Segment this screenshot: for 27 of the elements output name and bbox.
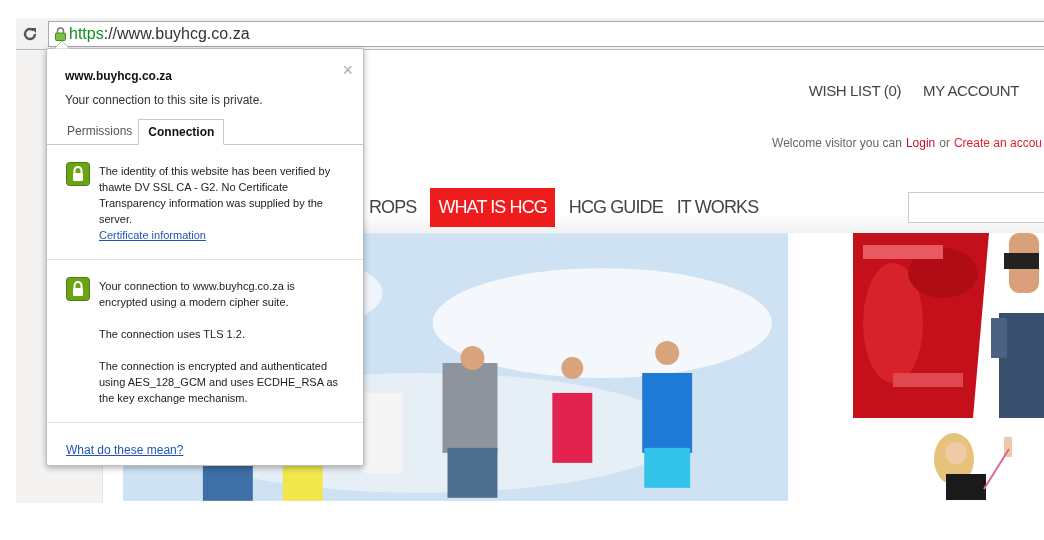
lock-icon — [66, 277, 90, 301]
welcome-text: Welcome visitor you can — [772, 134, 902, 152]
menu-item[interactable]: HCG GUIDE — [568, 187, 663, 227]
login-link[interactable]: Login — [905, 133, 936, 152]
certificate-link[interactable]: Certificate information — [99, 227, 206, 243]
menu-item[interactable]: ROPS — [369, 187, 417, 227]
connection-status: Your connection to this site is private. — [65, 92, 264, 109]
help-link[interactable]: What do these mean? — [66, 443, 184, 457]
create-account-link[interactable]: Create an accou — [953, 133, 1042, 152]
header-link[interactable]: WISH LIST (0) — [808, 80, 901, 103]
welcome-text: or — [939, 134, 950, 152]
site-name: www.buyhcg.co.za — [65, 68, 173, 85]
header-link[interactable]: MY ACCOUNT — [923, 80, 1019, 103]
tab[interactable]: Permissions — [61, 118, 139, 144]
menu-item[interactable]: WHAT IS HCG — [430, 187, 555, 227]
info-paragraph: Your connection to www.buyhcg.co.za is encrypted using a modern cipher suite. — [99, 279, 296, 310]
address-bar[interactable]: https://www.buyhcg.co.za — [48, 20, 1044, 47]
info-paragraph: The connection is encrypted and authenticated using AES_128_GCM and uses ECDHE_RSA as the key exchange mechanism. — [99, 359, 340, 406]
reload-icon[interactable] — [22, 25, 38, 42]
lock-icon — [66, 162, 90, 186]
search-field[interactable] — [908, 191, 1044, 223]
tab[interactable]: Connection — [138, 119, 225, 145]
info-paragraph: The connection uses TLS 1.2. — [99, 327, 246, 342]
menu-item[interactable]: IT WORKS — [676, 187, 759, 227]
info-paragraph: The identity of this website has been verified by thawte DV SSL CA - G2. No Certificate Transparency information was supplied by the server. — [99, 164, 332, 227]
url-text: https://www.buyhcg.co.za — [69, 23, 250, 44]
lock-icon[interactable] — [55, 26, 66, 41]
